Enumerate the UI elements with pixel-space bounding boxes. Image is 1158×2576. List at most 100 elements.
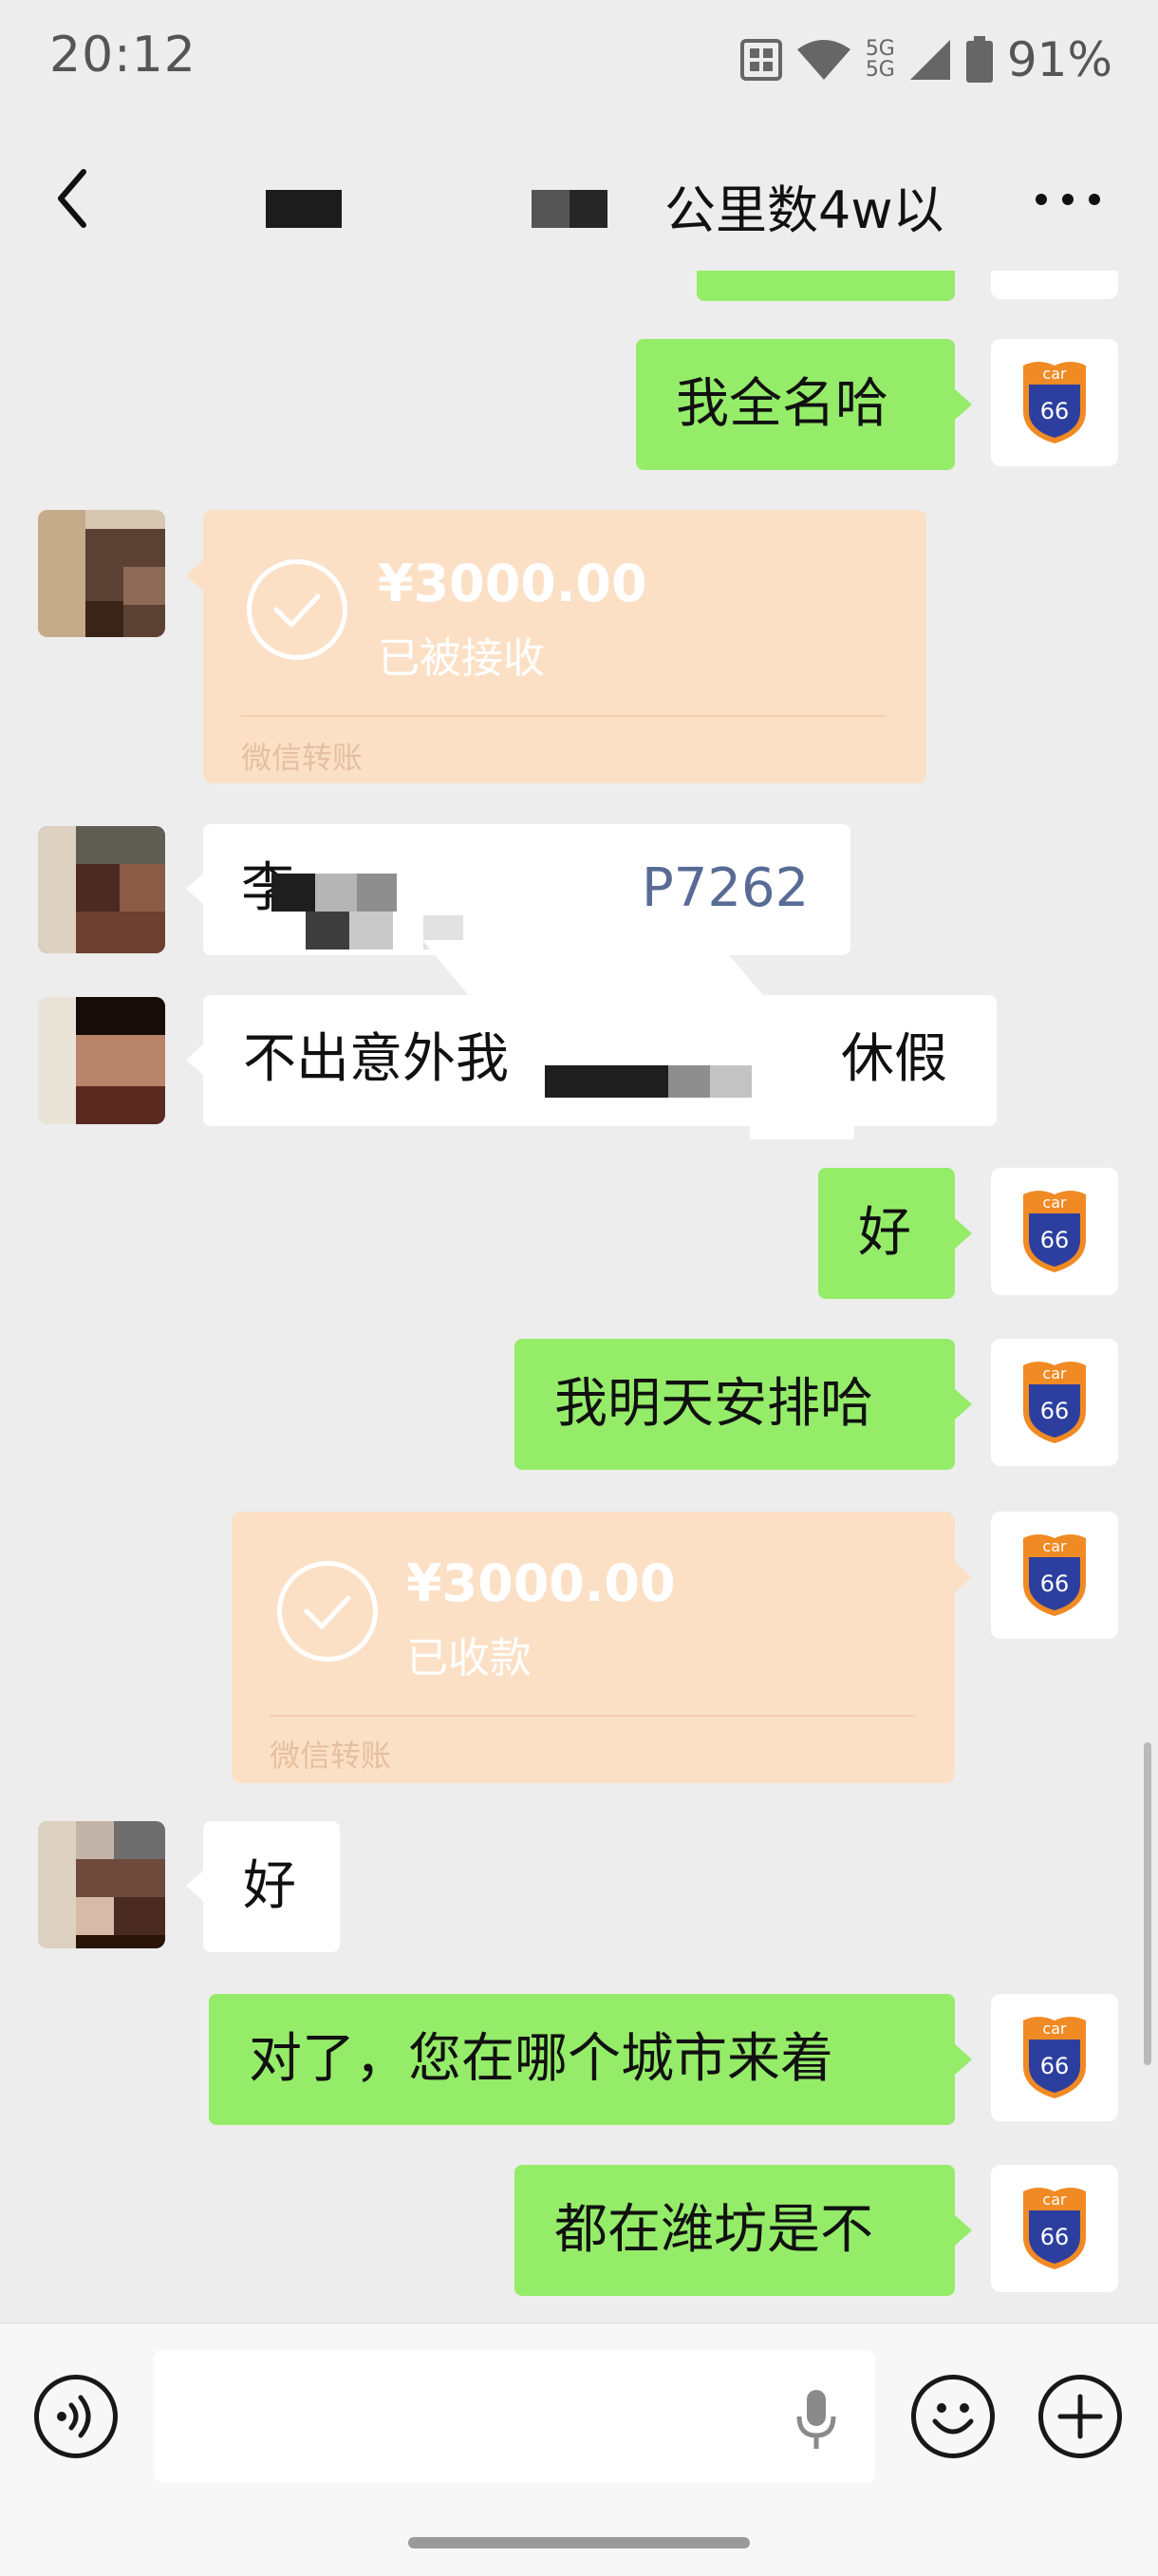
- svg-text:66: 66: [1040, 2053, 1070, 2079]
- home-indicator[interactable]: [408, 2537, 750, 2548]
- transfer-status: 已被接收: [378, 634, 545, 683]
- emoji-button[interactable]: [911, 2375, 995, 2458]
- car66-logo-icon: car 66: [1023, 1191, 1086, 1272]
- message-input[interactable]: [154, 2350, 875, 2483]
- chat-header: 公里数4w以: [0, 119, 1158, 271]
- svg-text:66: 66: [1040, 398, 1070, 424]
- svg-text:car: car: [1042, 2020, 1067, 2038]
- message-bubble[interactable]: 对了，您在哪个城市来着: [209, 1994, 955, 2125]
- message-text: 对了，您在哪个城市来着: [249, 2028, 833, 2090]
- my-avatar[interactable]: car 66: [991, 339, 1118, 466]
- voice-mode-button[interactable]: [34, 2375, 118, 2458]
- transfer-amount: ¥3000.00: [378, 554, 647, 613]
- redacted-text: [315, 874, 357, 912]
- my-avatar[interactable]: car 66: [991, 1168, 1118, 1295]
- message-bubble[interactable]: 好: [818, 1168, 955, 1299]
- more-icon[interactable]: [1035, 193, 1101, 206]
- redacted-text: [306, 912, 349, 950]
- contact-avatar[interactable]: [38, 997, 165, 1124]
- bubble-tail: [955, 1562, 972, 1592]
- message-text: 我明天安排哈: [554, 1373, 873, 1435]
- transfer-card[interactable]: ¥3000.00 已被接收 微信转账: [203, 510, 926, 783]
- svg-text:66: 66: [1040, 1227, 1070, 1253]
- scrollbar[interactable]: [1144, 1742, 1151, 2065]
- bubble-tail: [955, 389, 972, 420]
- svg-text:car: car: [1042, 1364, 1067, 1382]
- message-text: 好: [243, 1855, 296, 1917]
- transfer-amount: ¥3000.00: [406, 1553, 676, 1613]
- status-bar: 20:12 5G 5G 91%: [0, 0, 1158, 119]
- svg-text:car: car: [1042, 2191, 1067, 2209]
- svg-text:66: 66: [1040, 1570, 1070, 1597]
- message-text: 好: [858, 1202, 911, 1264]
- message-text-suffix: 休假: [841, 1028, 947, 1090]
- redacted-text: [668, 1065, 710, 1098]
- signal-icon: [909, 40, 950, 80]
- contact-avatar[interactable]: [38, 510, 165, 637]
- message-text: 我全名哈: [676, 373, 888, 435]
- transfer-label: 微信转账: [270, 1738, 392, 1774]
- redacted-text: [357, 874, 397, 912]
- bubble-tail: [186, 874, 203, 904]
- check-circle-icon: [247, 559, 347, 660]
- message-bubble[interactable]: 我全名哈: [636, 339, 955, 470]
- svg-text:66: 66: [1040, 2224, 1070, 2250]
- transfer-card[interactable]: ¥3000.00 已收款 微信转账: [232, 1512, 955, 1783]
- redacted-name-block: [532, 190, 570, 228]
- transfer-status: 已收款: [406, 1634, 532, 1683]
- plus-button[interactable]: [1038, 2375, 1122, 2458]
- svg-text:car: car: [1042, 1194, 1067, 1212]
- message-bubble[interactable]: 都在潍坊是不: [514, 2165, 955, 2296]
- message-bubble[interactable]: 李 P7262: [203, 824, 850, 955]
- message-bubble[interactable]: 我明天安排哈: [514, 1339, 955, 1470]
- redaction-mask: [421, 940, 765, 997]
- network-type: 5G 5G: [865, 37, 895, 82]
- redacted-name-block: [266, 190, 342, 228]
- transfer-label: 微信转账: [241, 740, 364, 776]
- emoji-icon: [932, 2403, 974, 2435]
- car66-logo-icon: car 66: [1023, 2017, 1086, 2098]
- redacted-text: [349, 912, 393, 950]
- status-time: 20:12: [49, 27, 196, 84]
- bubble-tail: [186, 560, 203, 591]
- chat-title: 公里数4w以: [664, 180, 944, 240]
- bubble-tail: [955, 1389, 972, 1420]
- wifi-icon: [796, 40, 850, 80]
- message-bubble[interactable]: 好: [203, 1821, 340, 1952]
- bubble-tail: [955, 1218, 972, 1249]
- my-avatar[interactable]: car 66: [991, 1339, 1118, 1466]
- status-icons: 5G 5G 91%: [739, 32, 1112, 87]
- battery-percent: 91%: [1006, 32, 1112, 87]
- redaction-mask: [750, 1101, 854, 1139]
- check-circle-icon: [277, 1561, 378, 1662]
- redacted-name-block: [570, 190, 607, 228]
- battery-icon: [965, 36, 993, 83]
- message-bubble-partial[interactable]: [697, 271, 955, 301]
- car66-logo-icon: car 66: [1023, 2188, 1086, 2269]
- redacted-text: [271, 874, 315, 912]
- bubble-tail: [955, 2044, 972, 2075]
- my-avatar[interactable]: car 66: [991, 1512, 1118, 1639]
- message-text-suffix[interactable]: P7262: [642, 862, 809, 915]
- contact-avatar[interactable]: [38, 1821, 165, 1948]
- message-bubble[interactable]: 不出意外我 休假: [203, 995, 997, 1126]
- bubble-tail: [955, 2215, 972, 2246]
- message-text-prefix: 不出意外我: [243, 1028, 509, 1090]
- svg-text:66: 66: [1040, 1398, 1070, 1424]
- my-avatar[interactable]: car 66: [991, 1994, 1118, 2121]
- my-avatar[interactable]: car 66: [991, 2165, 1118, 2292]
- sim-icon: [739, 39, 782, 81]
- card-divider: [270, 1715, 915, 1717]
- plus-icon: [1057, 2394, 1103, 2439]
- contact-avatar[interactable]: [38, 826, 165, 953]
- card-divider: [241, 715, 887, 717]
- bubble-tail: [186, 1871, 203, 1901]
- bubble-tail: [186, 1044, 203, 1075]
- mic-icon[interactable]: [795, 2388, 837, 2451]
- svg-text:car: car: [1042, 1537, 1067, 1555]
- redacted-text: [545, 1065, 668, 1098]
- car66-logo-icon: car 66: [1023, 1534, 1086, 1616]
- back-icon[interactable]: [46, 160, 103, 236]
- my-avatar-partial[interactable]: [991, 271, 1118, 299]
- message-text: 都在潍坊是不: [554, 2199, 873, 2261]
